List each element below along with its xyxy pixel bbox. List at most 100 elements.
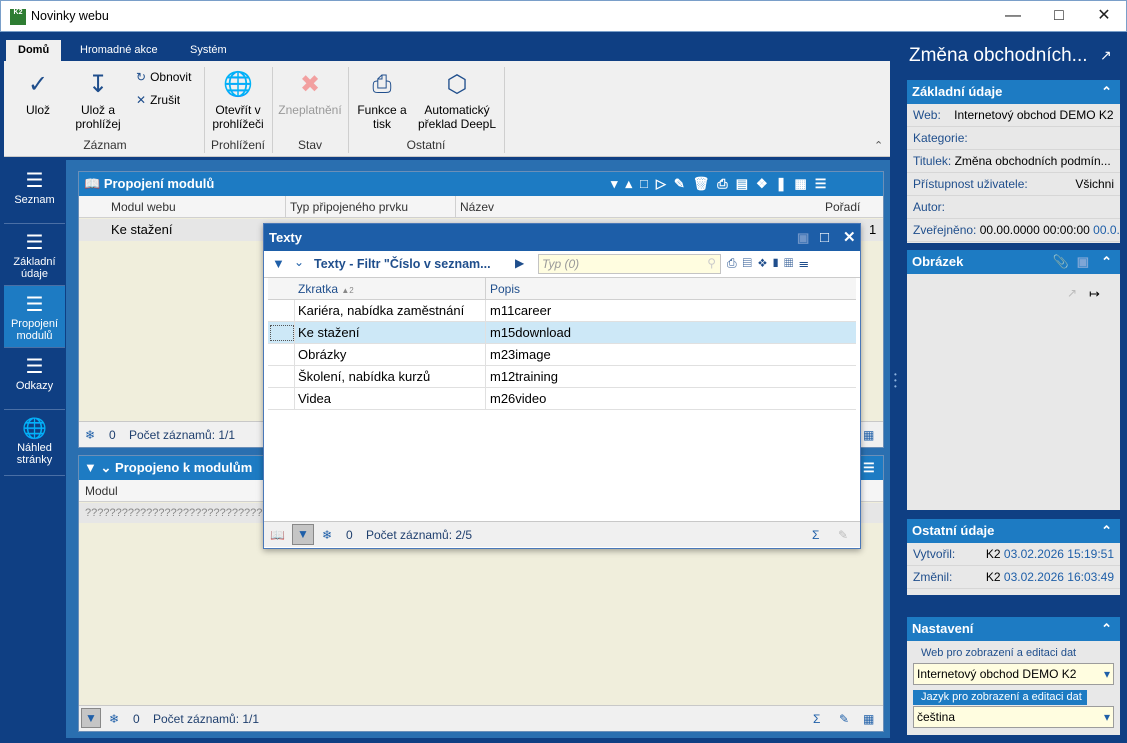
pin-icon[interactable]: ▣ [797, 224, 809, 251]
nav-item-page-preview[interactable]: 🌐 Náhled stránky [4, 410, 65, 476]
row-abbreviation: Obrázky [298, 347, 347, 362]
close-window-button[interactable]: ✕ [1081, 1, 1127, 33]
table-row[interactable]: Videa m26video [268, 388, 856, 410]
language-select[interactable]: čeština ▾ [913, 706, 1114, 728]
refresh-icon: ↻ [136, 70, 147, 84]
add-record-icon[interactable]: ▦ [863, 422, 874, 448]
field-label: Vytvořil: [913, 547, 956, 561]
table-row[interactable]: Ke stažení m15download [268, 322, 856, 344]
group-separator [348, 67, 349, 153]
nav-item-module-links[interactable]: ☰ Propojení modulů [4, 286, 65, 348]
basic-data-section: Základní údaje ⌃ Web: Internetový obchod … [907, 80, 1120, 243]
settings-header[interactable]: Nastavení ⌃ [907, 617, 1120, 641]
module-links-title: Propojení modulů [103, 176, 215, 191]
column-abbreviation[interactable]: Zkratka ▲2 [298, 278, 354, 302]
column-type[interactable]: Typ připojeného prvku [285, 196, 408, 218]
add-record-icon[interactable]: ▦ [863, 706, 874, 732]
close-icon[interactable]: ✕ [843, 224, 856, 251]
chevron-down-icon[interactable]: ⌄ [294, 255, 304, 269]
external-link-icon[interactable]: ↗ [1100, 47, 1112, 64]
filter-icon[interactable]: ▼ [84, 460, 97, 475]
column-description[interactable]: Popis [485, 278, 520, 300]
tab-system[interactable]: Systém [178, 40, 239, 61]
functions-print-button[interactable]: ⎙ Funkce a tisk [354, 71, 410, 131]
snowflake-icon[interactable]: ❄ [322, 522, 332, 548]
tab-home[interactable]: Domů [6, 40, 62, 61]
checkmark-icon: ✓ [27, 71, 49, 98]
dropdown-icon[interactable]: ▾ [1104, 707, 1110, 727]
chevron-up-icon[interactable]: ⌃ [1101, 519, 1112, 543]
nav-item-basic-data[interactable]: ☰ Základní údaje [4, 224, 65, 286]
chevron-down-icon[interactable]: ⌄ [101, 460, 112, 475]
filter-icon[interactable]: ▼ [272, 256, 285, 271]
edit-icon[interactable]: ✎ [839, 706, 849, 732]
cancel-button[interactable]: ✕ Zrušit [136, 93, 180, 107]
field-value: Změna obchodních podmín... [954, 154, 1111, 168]
section-heading: Nastavení [912, 621, 974, 636]
table-row[interactable]: Kariéra, nabídka zaměstnání m11career [268, 300, 856, 322]
column-name[interactable]: Název [455, 196, 494, 218]
column-module[interactable]: Modul [85, 480, 118, 502]
search-input[interactable]: Typ (0) ⚲ [538, 254, 721, 274]
basic-data-header[interactable]: Základní údaje ⌃ [907, 80, 1120, 104]
dialog-toolbar: ▼ ⌄ Texty - Filtr "Číslo v seznam... ▶ T… [264, 251, 860, 278]
row-description: m15download [490, 325, 571, 340]
list-icon: ☰ [25, 356, 44, 378]
texts-table: Zkratka ▲2 Popis Kariéra, nabídka zaměst… [268, 278, 856, 410]
settings-section: Nastavení ⌃ Web pro zobrazení a editaci d… [907, 617, 1120, 735]
filter-icon[interactable]: ▼ [81, 708, 101, 728]
dialog-toolbar-icons[interactable]: ⎙▤❖❚▦☰ [727, 256, 814, 271]
dropdown-icon[interactable]: ▾ [1104, 664, 1110, 684]
save-and-view-button[interactable]: ↧ Ulož a prohlížej [68, 71, 128, 131]
play-icon[interactable]: ▶ [515, 256, 524, 270]
field-label: Titulek: [913, 154, 952, 168]
chevron-up-icon[interactable]: ⌃ [1101, 250, 1112, 274]
menu-icon[interactable]: ☰ [863, 456, 875, 480]
column-module[interactable]: Modul webu [111, 196, 176, 218]
maximize-icon[interactable]: □ [820, 224, 829, 251]
field-title: Titulek: Změna obchodních podmín... [907, 150, 1120, 173]
refresh-button[interactable]: ↻ Obnovit [136, 70, 191, 84]
search-icon[interactable]: ⚲ [707, 256, 716, 270]
fit-width-icon[interactable]: ↦ [1089, 286, 1100, 302]
status-records: Počet záznamů: 1/1 [153, 712, 260, 726]
table-row[interactable]: Školení, nabídka kurzů m12training [268, 366, 856, 388]
window-title: Novinky webu [31, 9, 109, 23]
table-row[interactable]: Obrázky m23image [268, 344, 856, 366]
field-published: Zveřejněno: 00.00.0000 00:00:00 00.0... [907, 219, 1120, 242]
toolbar-icons[interactable]: ▾▴□▷✎🗑⎙▤❖❚▦☰ [611, 172, 834, 196]
texts-dialog: Texty ▣ □ ✕ ▼ ⌄ Texty - Filtr "Číslo v s… [263, 223, 861, 549]
open-in-browser-button[interactable]: 🌐 Otevřít v prohlížeči [208, 71, 268, 131]
paperclip-icon[interactable]: 📎 [1053, 250, 1069, 274]
field-label: Kategorie: [913, 131, 968, 145]
book-icon[interactable]: 📖 [270, 522, 285, 548]
chevron-up-icon[interactable]: ⌃ [1101, 617, 1112, 641]
filter-label[interactable]: Texty - Filtr "Číslo v seznam... [314, 257, 491, 271]
sum-icon[interactable]: Σ [813, 706, 820, 732]
tab-bulk-actions[interactable]: Hromadné akce [68, 40, 170, 61]
maximize-button[interactable]: □ [1036, 1, 1082, 33]
invalidate-button[interactable]: ✖ Zneplatnění [276, 71, 344, 117]
image-header[interactable]: Obrázek ⌃ ▣ 📎 [907, 250, 1120, 274]
globe-icon: 🌐 [22, 418, 47, 440]
nav-item-list[interactable]: ☰ Seznam [4, 162, 65, 224]
web-select[interactable]: Internetový obchod DEMO K2 ▾ [913, 663, 1114, 685]
image-icon[interactable]: ▣ [1077, 250, 1089, 274]
minimize-button[interactable]: — [990, 1, 1036, 33]
app-icon: K2 [10, 9, 26, 25]
nav-item-links[interactable]: ☰ Odkazy [4, 348, 65, 410]
filter-icon[interactable]: ▼ [292, 524, 314, 545]
chevron-up-icon[interactable]: ⌃ [1101, 80, 1112, 104]
external-link-icon[interactable]: ↗ [1067, 286, 1077, 300]
deepl-translate-button[interactable]: ⬡ Automatický překlad DeepL [414, 71, 500, 131]
snowflake-icon[interactable]: ❄ [109, 706, 119, 732]
save-button[interactable]: ✓ Ulož [14, 71, 62, 117]
field-value: Všichni [1075, 177, 1114, 191]
collapse-ribbon-icon[interactable]: ⌃ [874, 139, 883, 152]
sum-icon[interactable]: Σ [812, 522, 819, 548]
snowflake-icon[interactable]: ❄ [85, 422, 95, 448]
other-data-header[interactable]: Ostatní údaje ⌃ [907, 519, 1120, 543]
column-order[interactable]: Pořadí [825, 196, 860, 218]
edit-icon[interactable]: ✎ [838, 522, 848, 548]
section-heading: Základní údaje [912, 84, 1003, 99]
